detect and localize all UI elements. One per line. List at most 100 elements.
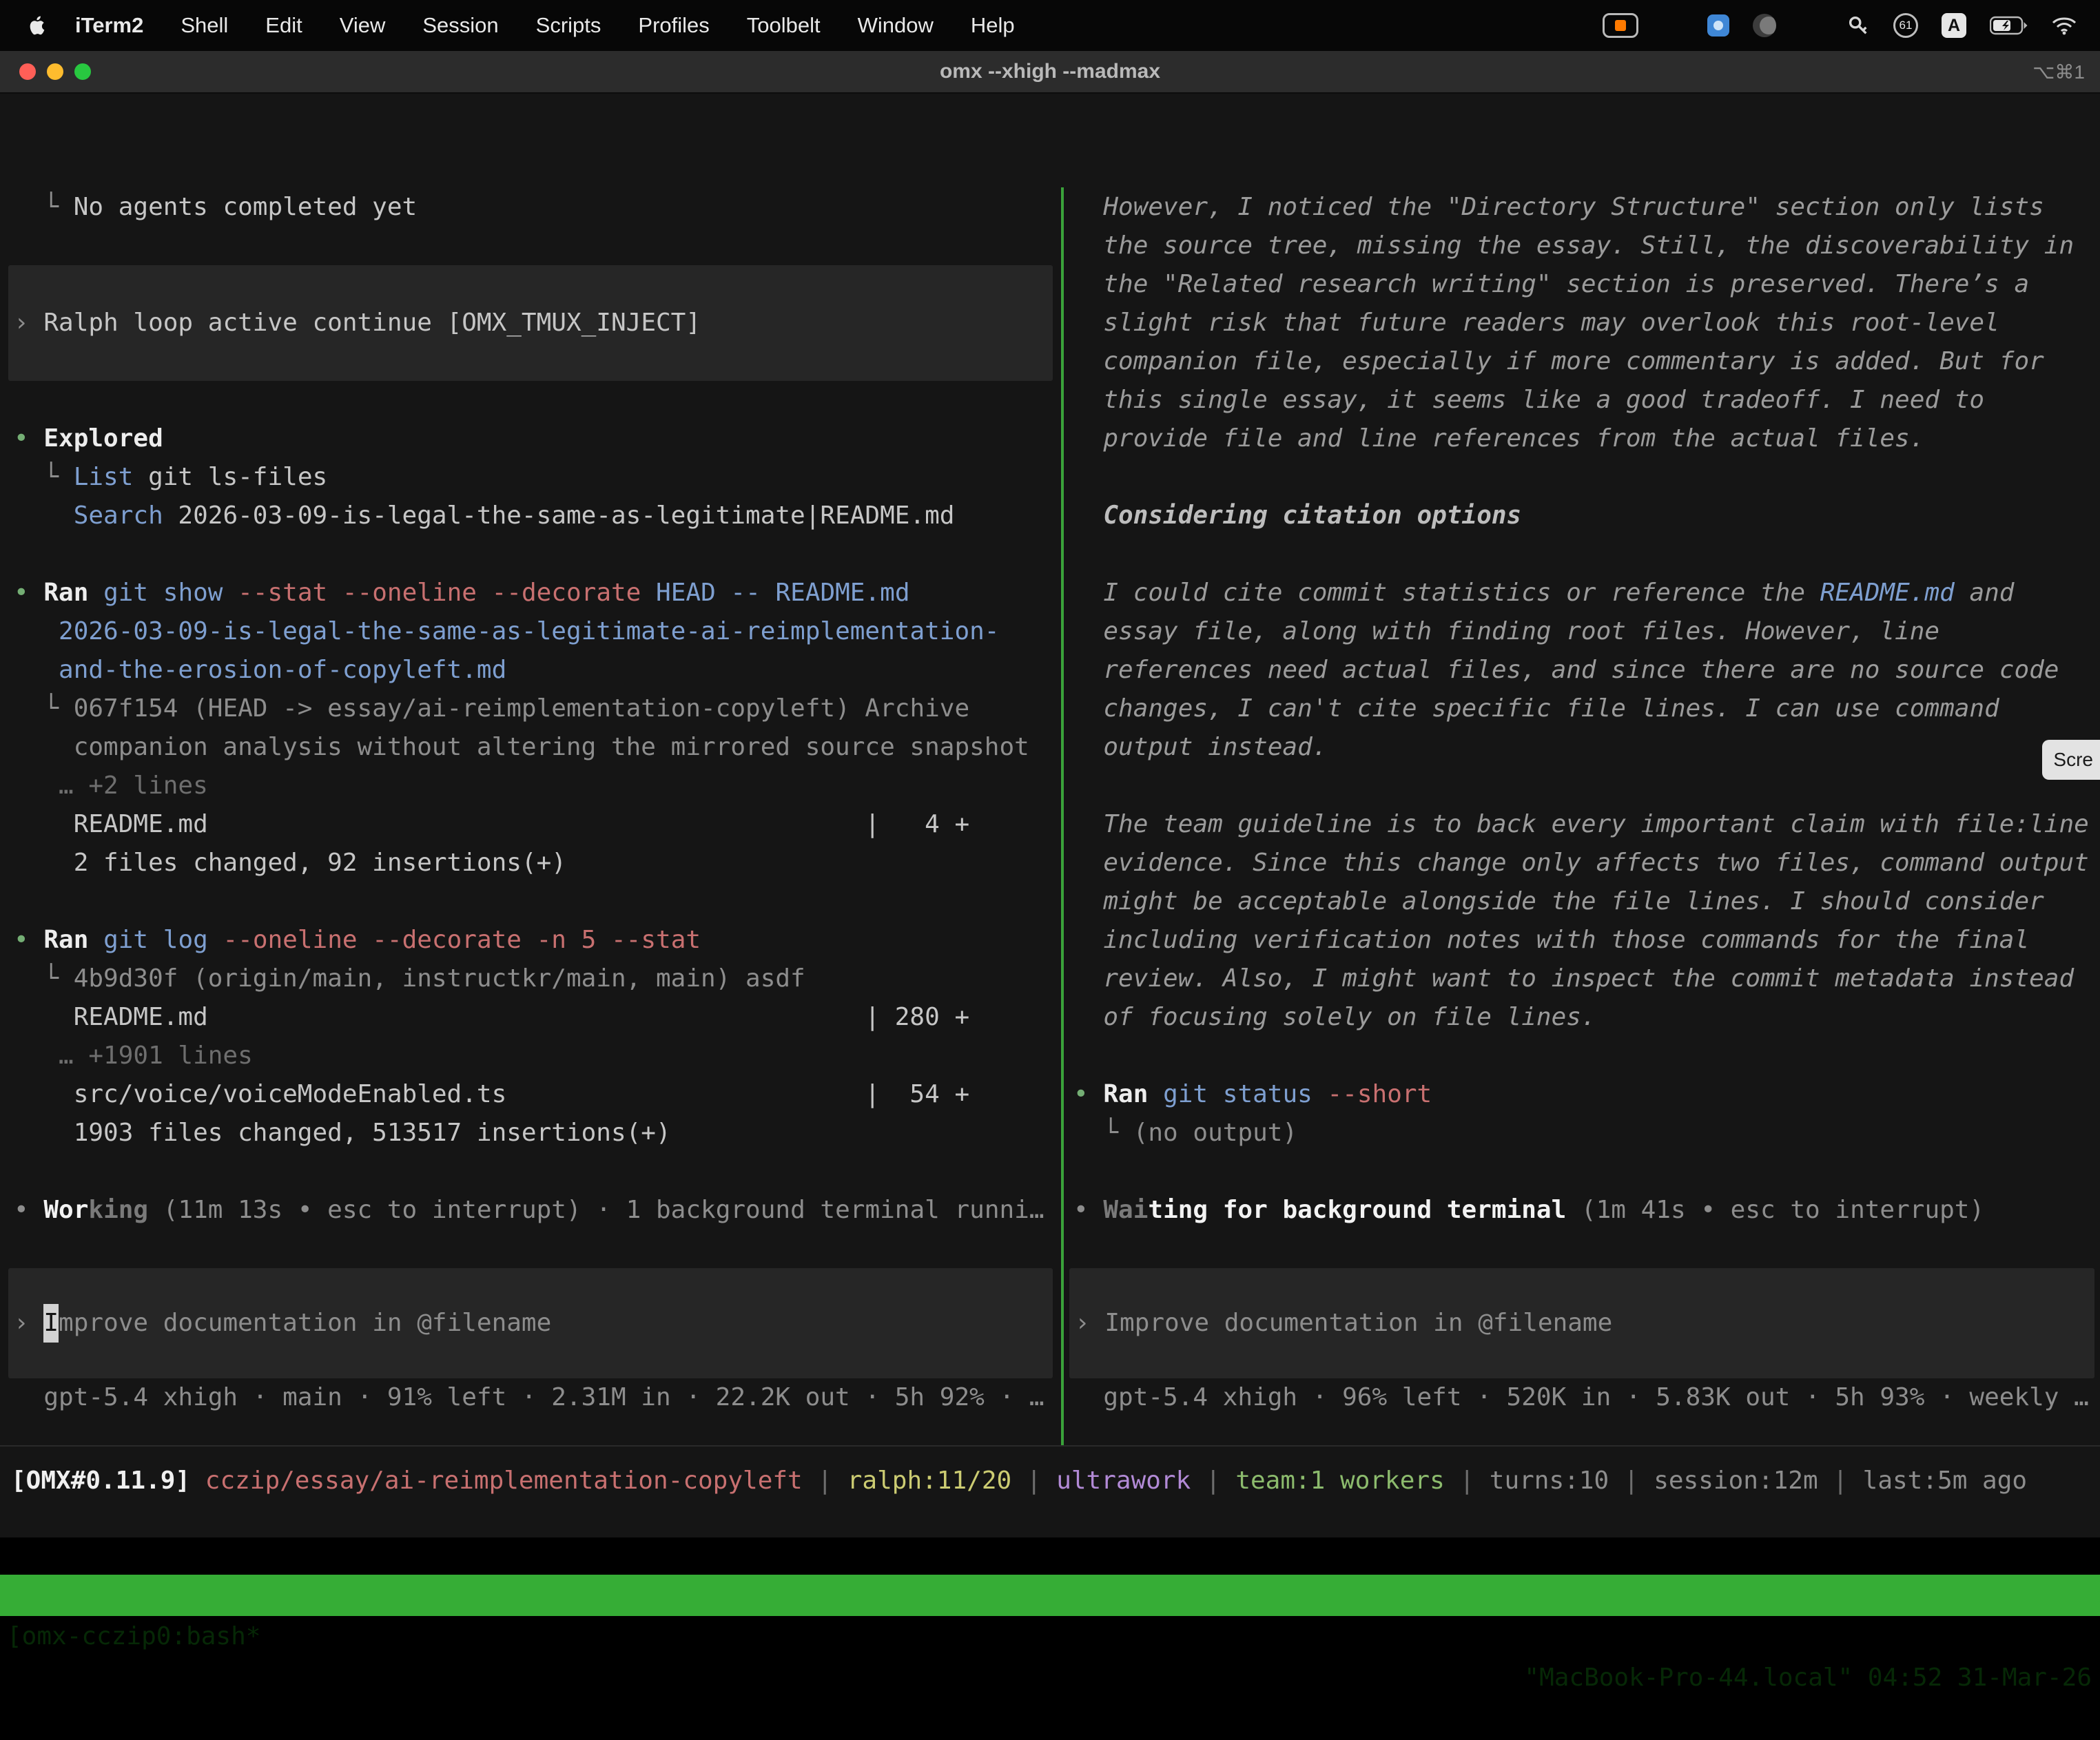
text-segment: | xyxy=(1011,1467,1056,1495)
prompt-input[interactable]: › Improve documentation in @filename xyxy=(8,1268,1053,1378)
text-segment: companion file, especially if more comme… xyxy=(1073,347,2044,375)
menu-item-scripts[interactable]: Scripts xyxy=(517,13,620,38)
menu-item-help[interactable]: Help xyxy=(952,13,1033,38)
text-segment: … +2 lines xyxy=(14,771,208,800)
window-minimize-button[interactable] xyxy=(47,63,63,80)
window-title-bar[interactable]: omx --xhigh --madmax ⌥⌘1 xyxy=(0,51,2100,94)
omx-status-bar: [OMX#0.11.9] cczip/essay/ai-reimplementa… xyxy=(0,1462,2100,1500)
terminal-line: • Ran git status --short xyxy=(1073,1075,2100,1114)
apps-grid-icon[interactable] xyxy=(1800,14,1823,37)
text-segment: turns:10 xyxy=(1490,1467,1609,1495)
menu-item-edit[interactable]: Edit xyxy=(247,13,320,38)
dark-app-icon[interactable] xyxy=(1753,14,1776,37)
text-segment: (11m 13s • esc to interrupt) · 1 backgro… xyxy=(148,1196,1044,1224)
menu-item-profiles[interactable]: Profiles xyxy=(619,13,728,38)
terminal-line: • Ran git show --stat --oneline --decora… xyxy=(14,574,1061,612)
menu-item-view[interactable]: View xyxy=(321,13,404,38)
terminal-line xyxy=(14,1152,1061,1191)
input-source-icon[interactable]: A xyxy=(1942,13,1966,38)
text-segment: Wai xyxy=(1103,1196,1148,1224)
text-segment: ting for background terminal xyxy=(1148,1196,1566,1224)
tmux-session-label[interactable]: [omx-cczip0:bash* xyxy=(7,1616,260,1657)
status-separator-line xyxy=(0,1445,2100,1447)
key-icon[interactable] xyxy=(1846,14,1870,37)
text-segment: 2026-03-09-is-legal-the-same-as-legitima… xyxy=(163,501,955,530)
menu-item-session[interactable]: Session xyxy=(404,13,517,38)
terminal-line: 1903 files changed, 513517 insertions(+) xyxy=(14,1114,1061,1152)
terminal-line: README.md | 280 + xyxy=(14,998,1061,1037)
text-segment xyxy=(14,501,74,530)
text-segment: List xyxy=(74,463,134,491)
terminal-line: review. Also, I might want to inspect th… xyxy=(1073,960,2100,998)
screen-recording-indicator-icon[interactable] xyxy=(1603,13,1638,38)
text-segment: 2026-03-09-is-legal-the-same-as-legitima… xyxy=(59,617,999,645)
terminal-line: └ 067f154 (HEAD -> essay/ai-reimplementa… xyxy=(14,690,1061,728)
text-segment: README.md | 280 + xyxy=(14,1003,969,1031)
text-segment: (1m 41s • esc to interrupt) xyxy=(1566,1196,1984,1224)
text-segment: • xyxy=(14,424,43,453)
menu-item-iterm2[interactable]: iTerm2 xyxy=(56,13,162,38)
terminal-line: However, I noticed the "Directory Struct… xyxy=(1073,188,2100,227)
text-segment: Search xyxy=(74,501,163,530)
terminal-line xyxy=(1073,1152,2100,1191)
screen-share-tab[interactable]: Scre xyxy=(2042,740,2100,780)
text-segment: • xyxy=(14,1196,43,1224)
terminal-line: companion analysis without altering the … xyxy=(14,728,1061,767)
terminal-line xyxy=(14,882,1061,921)
terminal-line: └ (no output) xyxy=(1073,1114,2100,1152)
terminal-line: • Waiting for background terminal (1m 41… xyxy=(1073,1191,2100,1230)
text-segment: mprove documentation in @filename xyxy=(59,1304,551,1343)
terminal-line: • Working (11m 13s • esc to interrupt) ·… xyxy=(14,1191,1061,1230)
text-segment: README.md | 4 + xyxy=(14,810,969,838)
terminal-line: └ No agents completed yet xyxy=(14,188,1061,227)
terminal-line: … +1901 lines xyxy=(14,1037,1061,1075)
extension-grid-icon[interactable] xyxy=(1662,14,1684,37)
text-segment: 1903 files changed, 513517 insertions(+) xyxy=(14,1119,671,1147)
text-segment xyxy=(208,926,223,954)
text-segment: essay file, along with finding root file… xyxy=(1073,617,1939,645)
terminal-pane-left[interactable]: └ No agents completed yet› Ralph loop ac… xyxy=(0,188,1061,1428)
terminal-line xyxy=(14,381,1061,420)
battery-icon[interactable] xyxy=(1990,16,2028,35)
terminal-line: … +2 lines xyxy=(14,767,1061,805)
text-segment: Considering citation options xyxy=(1073,501,1521,530)
text-segment: › xyxy=(14,304,43,342)
terminal-line: README.md | 4 + xyxy=(14,805,1061,844)
text-segment xyxy=(1148,1080,1163,1108)
text-segment: 4b9d30f (origin/main, instructkr/main, m… xyxy=(74,964,805,993)
text-segment: | xyxy=(1609,1467,1654,1495)
battery-percent-icon[interactable]: 61 xyxy=(1893,13,1918,38)
terminal-line: of focusing solely on file lines. xyxy=(1073,998,2100,1037)
text-segment: • xyxy=(1073,1196,1103,1224)
input-source-label: A xyxy=(1948,16,1960,36)
text-segment: I xyxy=(43,1304,59,1343)
terminal-line: including verification notes with those … xyxy=(1073,921,2100,960)
prompt-input[interactable]: › Improve documentation in @filename xyxy=(1069,1268,2094,1378)
menu-item-toolbelt[interactable]: Toolbelt xyxy=(728,13,839,38)
text-segment: src/voice/voiceModeEnabled.ts | 54 + xyxy=(14,1080,969,1108)
terminal-line: the source tree, missing the essay. Stil… xyxy=(1073,227,2100,265)
text-segment: └ xyxy=(14,694,74,723)
text-segment: › xyxy=(14,1304,43,1343)
menu-item-shell[interactable]: Shell xyxy=(162,13,247,38)
window-zoom-button[interactable] xyxy=(74,63,91,80)
terminal-line xyxy=(1073,1037,2100,1075)
text-segment: [OMX#0.11.9] xyxy=(11,1467,205,1495)
terminal-line: companion file, especially if more comme… xyxy=(1073,342,2100,381)
blue-app-icon[interactable] xyxy=(1707,14,1729,37)
terminal-line: provide file and line references from th… xyxy=(1073,420,2100,458)
terminal-pane-right[interactable]: However, I noticed the "Directory Struct… xyxy=(1064,188,2100,1428)
text-segment: provide file and line references from th… xyxy=(1073,424,1924,453)
apple-menu-icon[interactable] xyxy=(0,14,56,37)
terminal-line: • Explored xyxy=(14,420,1061,458)
text-segment: Ran xyxy=(43,926,88,954)
text-segment: ultrawork xyxy=(1056,1467,1191,1495)
wifi-icon[interactable] xyxy=(2052,16,2077,35)
text-segment: --oneline --decorate -n 5 --stat xyxy=(223,926,701,954)
menu-item-window[interactable]: Window xyxy=(839,13,952,38)
text-segment: └ (no output) xyxy=(1073,1119,1297,1147)
window-close-button[interactable] xyxy=(19,63,36,80)
text-segment: └ xyxy=(14,193,74,221)
text-segment: output instead. xyxy=(1073,733,1327,761)
tmux-host-clock-label: "MacBook-Pro-44.local" 04:52 31-Mar-26 xyxy=(1524,1657,2092,1699)
